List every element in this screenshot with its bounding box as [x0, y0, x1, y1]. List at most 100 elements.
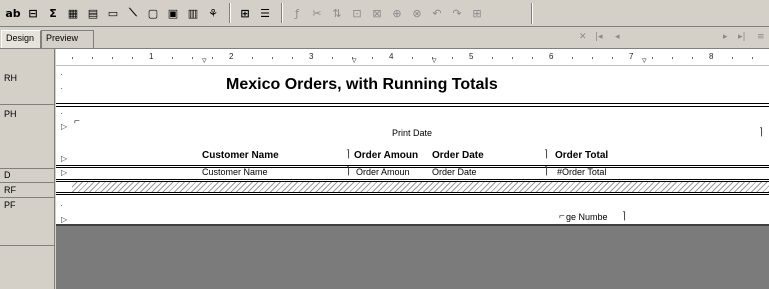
page-footer-section[interactable]: · ▷ ⌐ ge Numbe ⌉ — [56, 195, 769, 224]
report-header-section[interactable]: · · Mexico Orders, with Running Totals — [56, 66, 769, 103]
ruler-tick — [652, 57, 653, 59]
ruler-tick — [132, 57, 133, 59]
menu-icon[interactable]: ≡ — [757, 32, 765, 42]
guideline-marker-icon[interactable]: ▿ — [432, 56, 437, 66]
highlight-icon[interactable]: ⊕ — [388, 4, 406, 22]
ruler-tick — [112, 57, 113, 59]
ruler-number: 3 — [309, 52, 314, 61]
page-number-field[interactable]: ge Numbe — [566, 212, 608, 222]
ruler-tick — [692, 57, 693, 59]
ruler-tick — [372, 57, 373, 59]
order-date-field[interactable]: Order Date — [432, 167, 477, 177]
section-divider — [0, 245, 54, 246]
guideline-marker-icon[interactable]: ▿ — [202, 56, 207, 66]
field-bracket: ⌉ — [759, 127, 763, 138]
ruler-tick — [532, 57, 533, 59]
tab-design[interactable]: Design — [1, 30, 41, 48]
section-label-column: RH PH D RF PF — [0, 49, 55, 289]
crosstab-icon[interactable]: ▤ — [84, 4, 102, 22]
gutter-dot: · — [60, 201, 63, 210]
ruler-number: 5 — [469, 52, 474, 61]
order-total-header[interactable]: Order Total — [555, 150, 608, 161]
field-bracket: ⌉ — [622, 211, 626, 222]
customer-name-field[interactable]: Customer Name — [202, 167, 268, 177]
ruler-number: 8 — [709, 52, 714, 61]
formula-icon[interactable]: ƒ — [288, 4, 306, 22]
ruler-number: 6 — [549, 52, 554, 61]
guide-marker-icon: ▷ — [61, 168, 68, 177]
guideline-marker-icon[interactable]: ▿ — [352, 56, 357, 66]
field-bracket: ⌐ — [74, 116, 80, 127]
order-amount-header[interactable]: Order Amoun — [354, 150, 418, 161]
guide-marker-icon: ▷ — [61, 154, 68, 163]
gutter-dot: · — [60, 84, 63, 93]
ruler-tick — [252, 57, 253, 59]
details-section[interactable]: ▷ Customer Name ⌉ Order Amoun Order Date… — [56, 166, 769, 179]
ruler-tick — [92, 57, 93, 59]
ruler-tick — [172, 57, 173, 59]
first-page-icon[interactable]: |◂ — [595, 32, 603, 42]
sum-icon[interactable]: Σ — [44, 4, 62, 22]
field-bracket: ⌉ — [544, 166, 548, 177]
page-header-section[interactable]: · ▷ ⌐ Print Date ⌉ ▷ Customer Name ⌉ Ord… — [56, 107, 769, 165]
toolbar-separator — [281, 3, 283, 23]
link-icon[interactable]: ⊗ — [408, 4, 426, 22]
tab-preview[interactable]: Preview — [41, 30, 94, 48]
next-page-icon[interactable]: ▸ — [723, 32, 728, 42]
section-label-report-header[interactable]: RH — [4, 73, 17, 83]
section-label-page-header[interactable]: PH — [4, 109, 17, 119]
picture-icon[interactable]: ▣ — [164, 4, 182, 22]
report-footer-section[interactable] — [56, 182, 769, 192]
ruler-tick — [612, 57, 613, 59]
ruler-tick — [752, 57, 753, 59]
last-page-icon[interactable]: ▸| — [738, 32, 746, 42]
previous-page-icon[interactable]: ◂ — [615, 32, 620, 42]
close-icon[interactable]: ✕ — [579, 32, 587, 42]
text-object-icon[interactable]: ab — [4, 4, 22, 22]
redo-icon[interactable]: ↷ — [448, 4, 466, 22]
section-label-report-footer[interactable]: RF — [4, 185, 16, 195]
ruler-tick — [592, 57, 593, 59]
running-total-field[interactable]: #Order Total — [557, 167, 606, 177]
customer-name-header[interactable]: Customer Name — [202, 150, 279, 161]
section-label-page-footer[interactable]: PF — [4, 200, 16, 210]
field-icon[interactable]: ⊟ — [24, 4, 42, 22]
field-bracket: ⌐ — [559, 211, 565, 222]
section-expert-icon[interactable]: ⊠ — [368, 4, 386, 22]
page-bottom-edge — [56, 224, 769, 226]
section-label-details[interactable]: D — [4, 170, 11, 180]
report-title[interactable]: Mexico Orders, with Running Totals — [226, 76, 498, 94]
undo-icon[interactable]: ↶ — [428, 4, 446, 22]
ruler-tick — [412, 57, 413, 59]
guideline-marker-icon[interactable]: ▿ — [642, 56, 647, 66]
ruler-tick — [732, 57, 733, 59]
map-icon[interactable]: ⚘ — [204, 4, 222, 22]
gutter-dot: · — [60, 70, 63, 79]
box-icon[interactable]: ▢ — [144, 4, 162, 22]
section-divider — [0, 168, 54, 169]
sort-expert-icon[interactable]: ⇅ — [328, 4, 346, 22]
select-expert-icon[interactable]: ✂ — [308, 4, 326, 22]
report-page: · · Mexico Orders, with Running Totals ·… — [56, 66, 769, 224]
line-icon[interactable]: ⟍ — [124, 4, 142, 22]
ruler-tick — [292, 57, 293, 59]
ruler-number: 2 — [229, 52, 234, 61]
field-bracket: ⌉ — [544, 149, 548, 160]
suppressed-section-hatch — [72, 182, 769, 192]
sort-icon[interactable]: ☰ — [256, 4, 274, 22]
toolbar-buttons: ab ⊟ Σ ▦ ▤ ▭ ⟍ ▢ ▣ ▥ ⚘ ⊞ ☰ ƒ ✂ ⇅ ⊡ ⊠ ⊕ ⊗ ↶ ↷ ⊞ — [4, 3, 488, 23]
order-amount-field[interactable]: Order Amoun — [356, 167, 410, 177]
group-icon[interactable]: ⊞ — [236, 4, 254, 22]
ruler-tick — [452, 57, 453, 59]
toolbar-separator — [229, 3, 231, 23]
format-icon[interactable]: ⊡ — [348, 4, 366, 22]
subreport-icon[interactable]: ▦ — [64, 4, 82, 22]
print-date-field[interactable]: Print Date — [392, 128, 432, 138]
ruler-tick — [212, 57, 213, 59]
chart-icon[interactable]: ▥ — [184, 4, 202, 22]
zoom-icon[interactable]: ⊞ — [468, 4, 486, 22]
order-date-header[interactable]: Order Date — [432, 150, 484, 161]
ruler-tick — [512, 57, 513, 59]
ole-object-icon[interactable]: ▭ — [104, 4, 122, 22]
ruler-tick — [672, 57, 673, 59]
